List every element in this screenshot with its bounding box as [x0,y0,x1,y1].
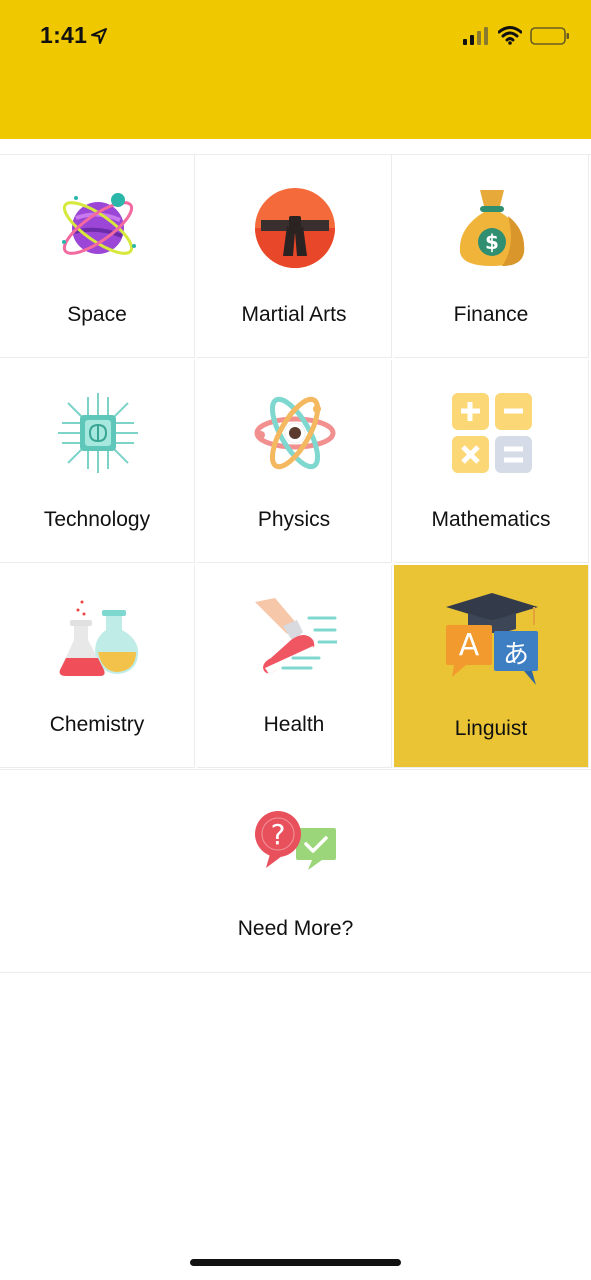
category-physics[interactable]: Physics [197,360,392,563]
category-label: Mathematics [431,508,551,531]
category-health[interactable]: Health [197,565,392,768]
need-more-button[interactable]: ? Need More? [0,769,591,973]
money-bag-icon: $ [459,190,525,266]
category-label: Finance [453,303,529,326]
math-operators-icon [452,393,532,473]
svg-text:$: $ [485,230,499,254]
wifi-icon [498,26,522,45]
category-label: Physics [257,508,331,531]
battery-icon [530,27,569,45]
flasks-icon [59,600,139,676]
status-time: 1:41 [40,22,88,48]
header-bar: 1:41 [0,0,591,139]
language-graduation-icon: A あ [446,593,538,685]
microchip-brain-icon [58,393,138,473]
martial-arts-belt-icon [255,188,335,268]
svg-text:A: A [459,628,480,663]
category-space[interactable]: Space [0,155,195,358]
category-finance[interactable]: $ Finance [394,155,589,358]
category-label: Health [263,713,325,736]
planet-icon [62,193,136,255]
question-chat-icon: ? [255,811,336,870]
cellular-signal-icon [463,27,488,45]
category-mathematics[interactable]: Mathematics [394,360,589,563]
svg-text:?: ? [271,818,286,851]
running-shoe-icon [255,598,337,674]
category-label: Space [67,303,127,326]
category-martial-arts[interactable]: Martial Arts [197,155,392,358]
category-linguist[interactable]: A あ Linguist [394,565,589,768]
category-technology[interactable]: Technology [0,360,195,563]
svg-text:あ: あ [503,640,529,670]
location-arrow-icon [91,28,107,44]
category-label: Technology [43,508,151,531]
category-chemistry[interactable]: Chemistry [0,565,195,768]
atom-icon [254,396,336,470]
home-indicator[interactable] [190,1259,401,1266]
category-label: Chemistry [49,713,145,736]
category-label: Linguist [454,717,528,740]
category-label: Martial Arts [241,303,347,326]
need-more-label: Need More? [237,917,354,940]
